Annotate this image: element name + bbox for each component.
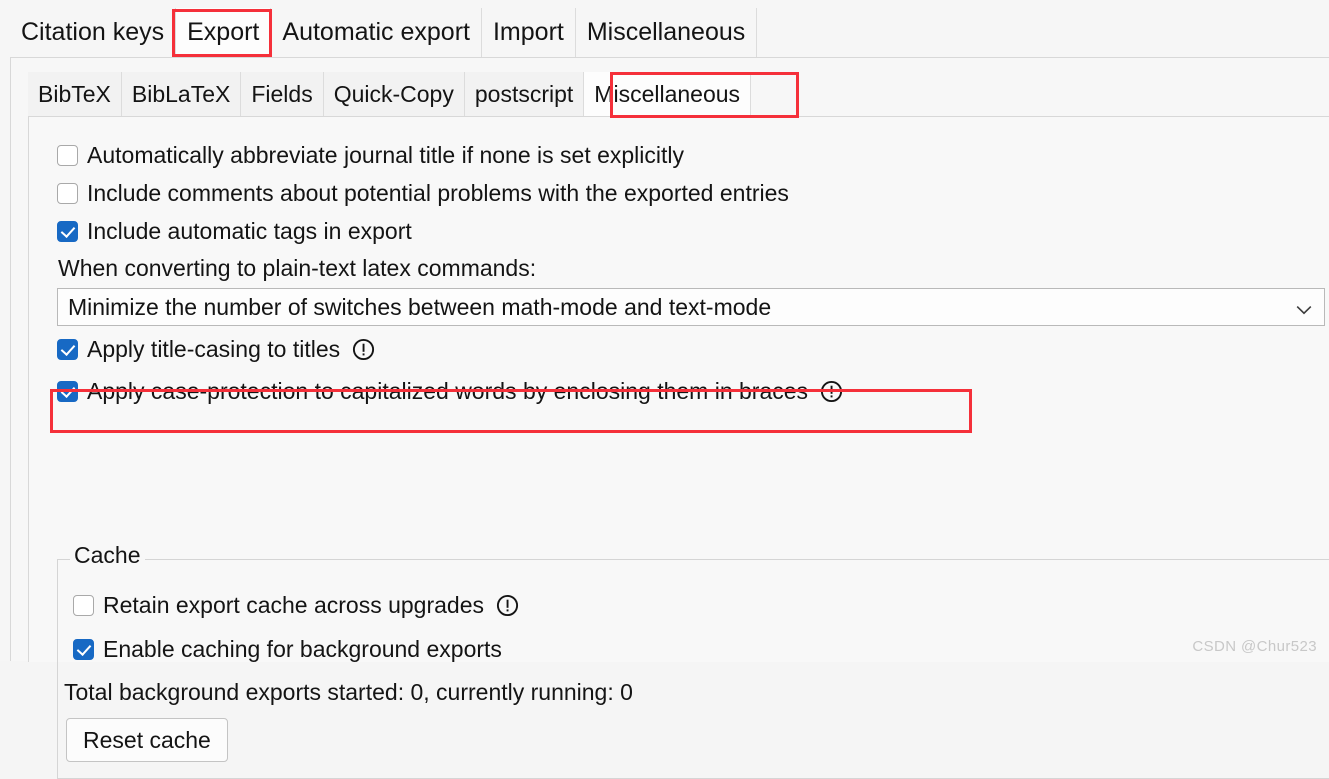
checkbox-retain-export-cache[interactable] bbox=[73, 594, 94, 616]
info-icon-retain-export-cache[interactable] bbox=[496, 594, 519, 617]
checkbox-enable-caching[interactable] bbox=[73, 638, 94, 660]
tab-label: Automatic export bbox=[282, 18, 470, 46]
tab-label: Miscellaneous bbox=[594, 80, 741, 107]
tab-miscellaneous[interactable]: Miscellaneous bbox=[575, 8, 758, 57]
tab-bibtex[interactable]: BibTeX bbox=[28, 72, 122, 116]
tab-miscellaneous-inner[interactable]: Miscellaneous bbox=[584, 72, 752, 116]
option-row-enable-caching[interactable]: Enable caching for background exports bbox=[73, 630, 1329, 668]
reset-cache-button[interactable]: Reset cache bbox=[66, 718, 228, 762]
secondary-tab-bar: BibTeX BibLaTeX Fields Quick-Copy postsc… bbox=[28, 72, 752, 116]
tab-label: Fields bbox=[251, 80, 313, 107]
tab-label: Import bbox=[492, 18, 564, 46]
option-label-case-protection: Apply case-protection to capitalized wor… bbox=[87, 377, 809, 404]
tab-biblatex[interactable]: BibLaTeX bbox=[121, 72, 242, 116]
option-label-abbreviate-journal: Automatically abbreviate journal title i… bbox=[87, 141, 685, 168]
checkbox-include-comments[interactable] bbox=[57, 182, 78, 204]
cache-group: Cache Retain export cache across upgrade… bbox=[57, 544, 1329, 779]
option-label-enable-caching: Enable caching for background exports bbox=[103, 635, 502, 662]
chevron-down-icon bbox=[1296, 302, 1312, 315]
option-label-retain-export-cache: Retain export cache across upgrades bbox=[103, 591, 484, 618]
tab-label: BibLaTeX bbox=[131, 80, 231, 107]
cache-group-legend: Cache bbox=[70, 544, 146, 567]
option-label-title-casing: Apply title-casing to titles bbox=[87, 335, 341, 362]
option-row-include-comments[interactable]: Include comments about potential problem… bbox=[57, 174, 1329, 212]
option-label-include-automatic-tags: Include automatic tags in export bbox=[87, 217, 412, 244]
watermark: CSDN @Chur523 bbox=[1192, 638, 1317, 655]
tab-label: Quick-Copy bbox=[333, 80, 454, 107]
tab-label: Citation keys bbox=[21, 18, 165, 46]
cache-status-text: Total background exports started: 0, cur… bbox=[64, 679, 633, 705]
option-label-include-comments: Include comments about potential problem… bbox=[87, 179, 789, 206]
option-row-case-protection[interactable]: Apply case-protection to capitalized wor… bbox=[57, 372, 1329, 410]
tab-export[interactable]: Export bbox=[176, 8, 272, 57]
export-tab-panel: BibTeX BibLaTeX Fields Quick-Copy postsc… bbox=[10, 57, 1329, 779]
checkbox-case-protection[interactable] bbox=[57, 380, 78, 402]
tab-label: Export bbox=[187, 18, 260, 46]
tab-label: postscript bbox=[474, 80, 574, 107]
checkbox-abbreviate-journal[interactable] bbox=[57, 144, 78, 166]
tab-import[interactable]: Import bbox=[481, 8, 576, 57]
tab-label: BibTeX bbox=[38, 80, 111, 107]
tab-automatic-export[interactable]: Automatic export bbox=[271, 8, 482, 57]
option-row-include-automatic-tags[interactable]: Include automatic tags in export bbox=[57, 212, 1329, 250]
tab-fields[interactable]: Fields bbox=[241, 72, 324, 116]
tab-citation-keys[interactable]: Citation keys bbox=[10, 8, 177, 57]
primary-tab-bar: Citation keys Export Automatic export Im… bbox=[10, 8, 1329, 57]
option-row-title-casing[interactable]: Apply title-casing to titles bbox=[57, 330, 1329, 368]
miscellaneous-settings-panel: Automatically abbreviate journal title i… bbox=[28, 116, 1329, 779]
info-icon-case-protection[interactable] bbox=[820, 380, 843, 403]
info-icon-title-casing[interactable] bbox=[352, 338, 375, 361]
cache-group-body: Retain export cache across upgrades Enab… bbox=[64, 586, 1329, 762]
checkbox-title-casing[interactable] bbox=[57, 338, 78, 360]
tab-postscript[interactable]: postscript bbox=[464, 72, 585, 116]
tab-label: Miscellaneous bbox=[586, 18, 746, 46]
latex-commands-select-value: Minimize the number of switches between … bbox=[68, 293, 772, 320]
checkbox-include-automatic-tags[interactable] bbox=[57, 220, 78, 242]
option-row-abbreviate-journal[interactable]: Automatically abbreviate journal title i… bbox=[57, 136, 1329, 174]
preferences-window: Citation keys Export Automatic export Im… bbox=[0, 0, 1329, 779]
latex-commands-select[interactable]: Minimize the number of switches between … bbox=[57, 288, 1325, 326]
option-row-retain-export-cache[interactable]: Retain export cache across upgrades bbox=[73, 586, 1329, 624]
latex-commands-label: When converting to plain-text latex comm… bbox=[58, 255, 537, 281]
tab-quick-copy[interactable]: Quick-Copy bbox=[323, 72, 465, 116]
